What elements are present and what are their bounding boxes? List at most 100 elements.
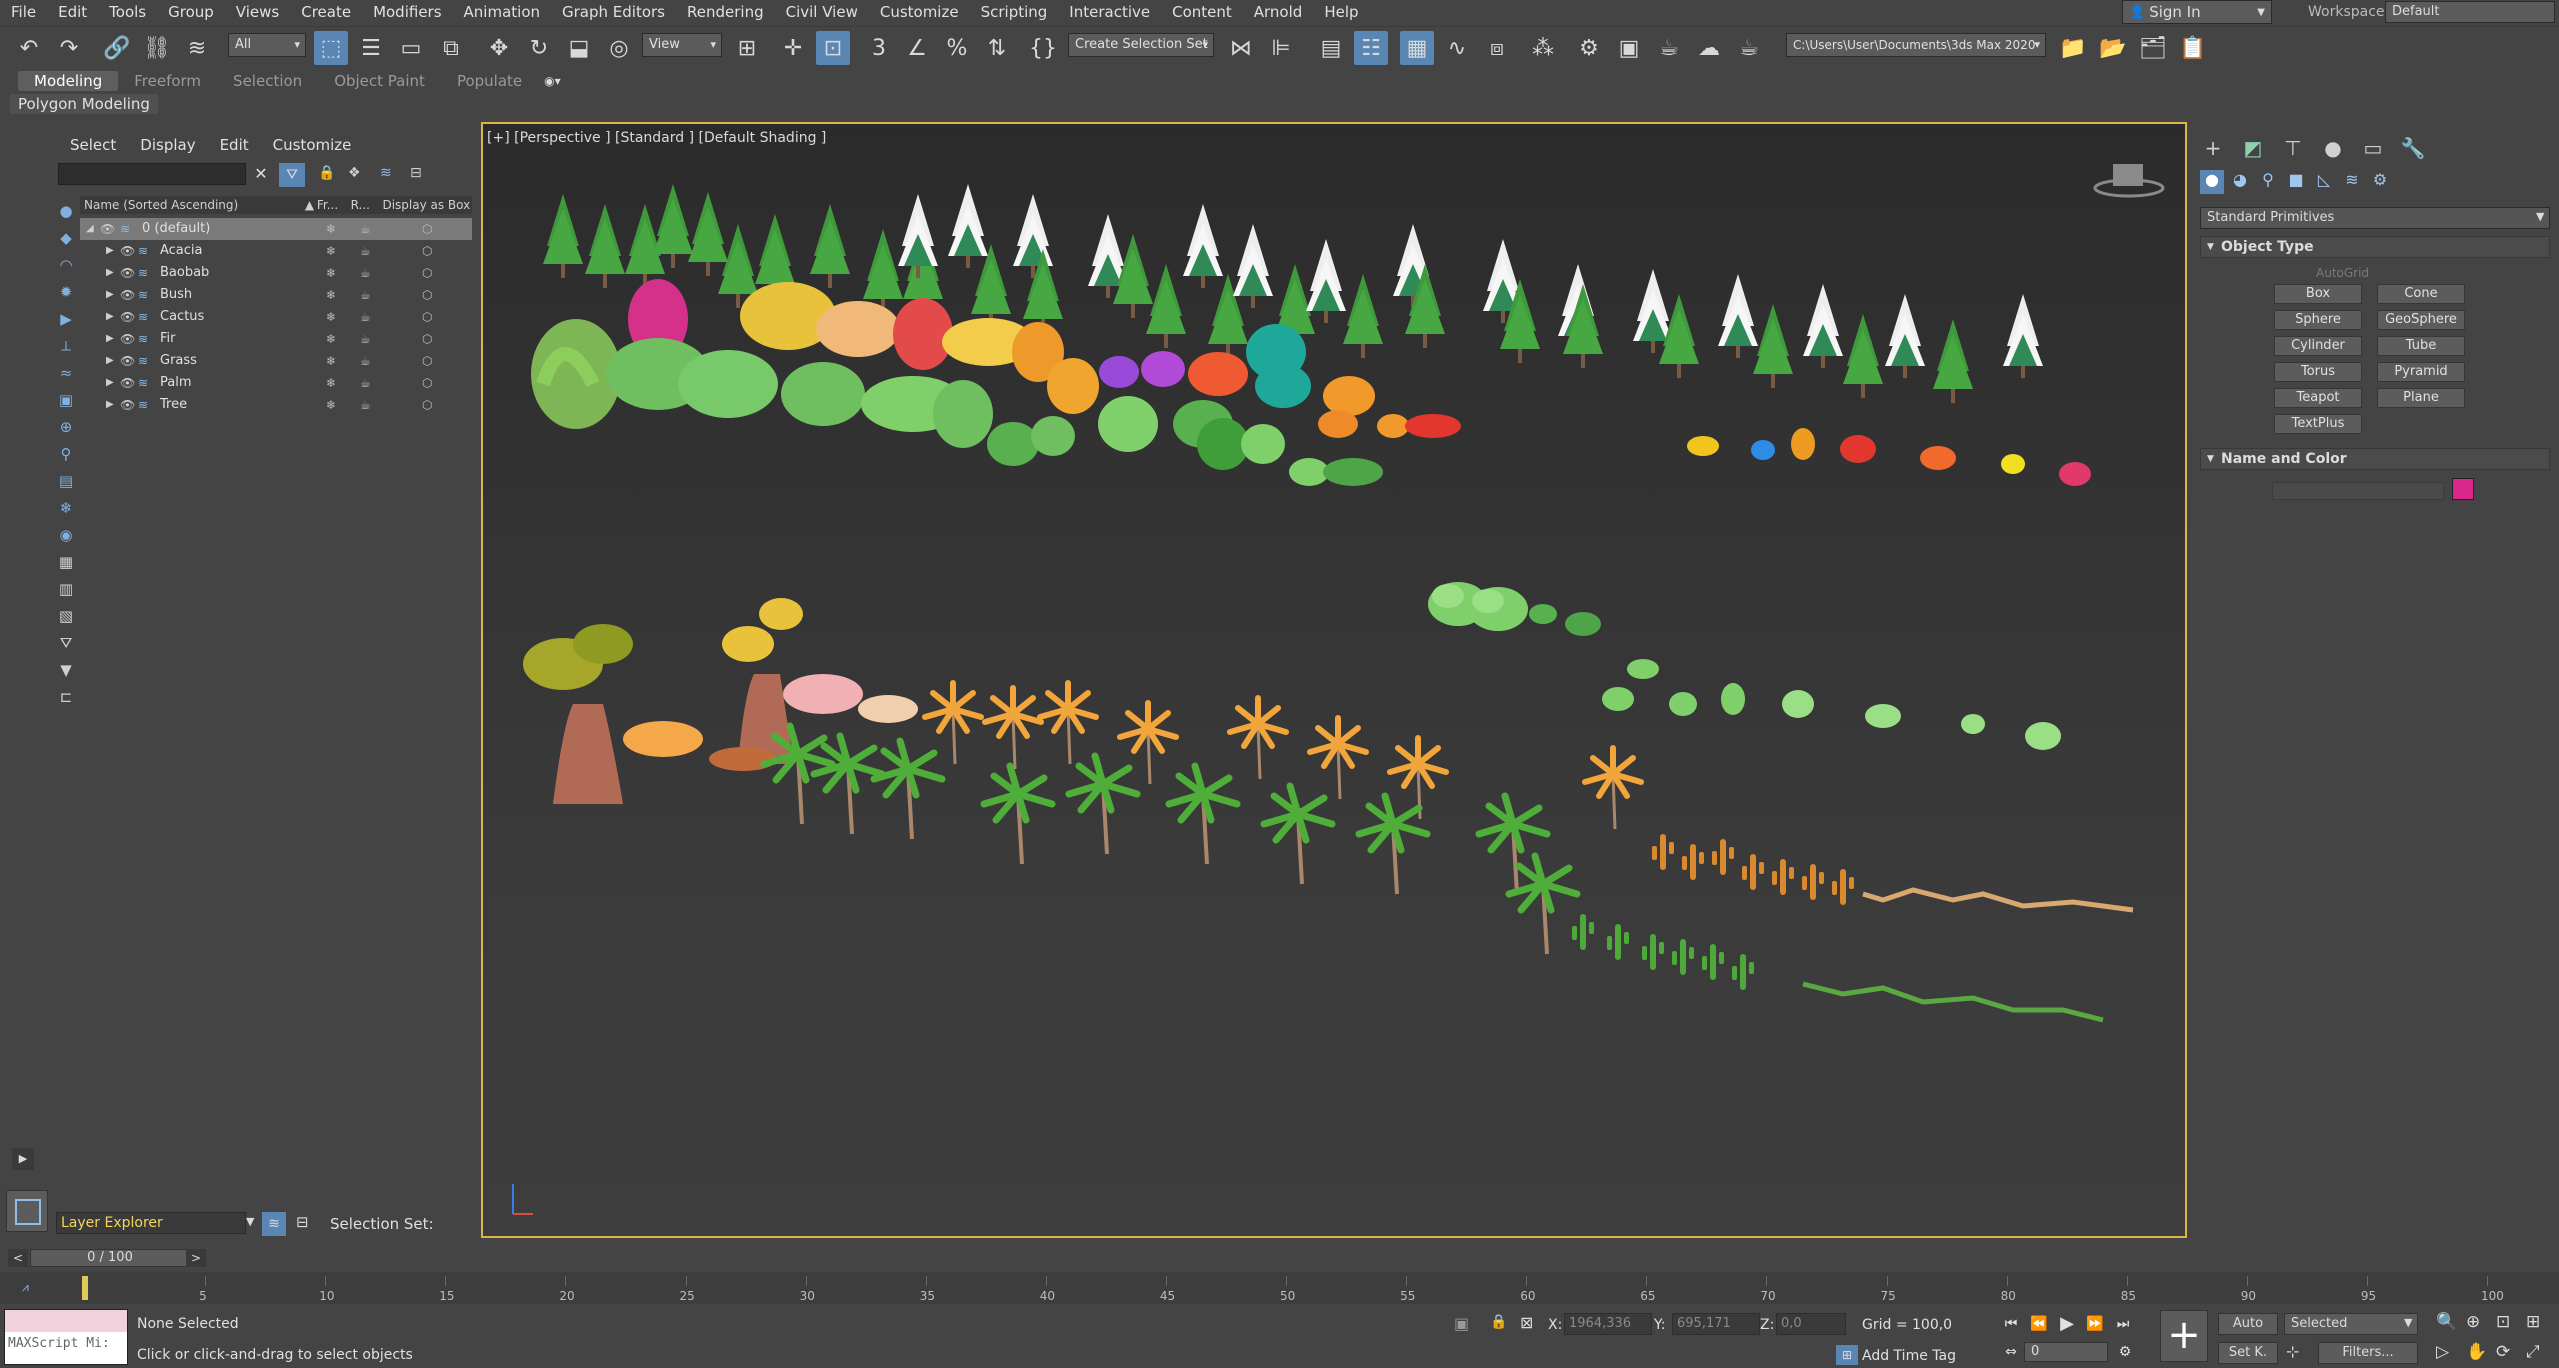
expand-arrow-icon[interactable]: ▶ [106, 328, 114, 350]
align-icon[interactable]: ⊫ [1264, 31, 1298, 65]
object-name-input[interactable] [2272, 482, 2444, 500]
viewport-layout-tab[interactable] [6, 1190, 48, 1232]
eye-icon[interactable]: 👁 [120, 284, 135, 306]
pyramid-button[interactable]: Pyramid [2377, 362, 2465, 382]
layer-row-cactus[interactable]: ▶ 👁 ≋ Cactus ❄ ☕ ⬡ [80, 306, 472, 328]
menu-create[interactable]: Create [290, 0, 362, 24]
box-icon[interactable]: ⬡ [422, 328, 432, 350]
display-cameras-icon[interactable]: ▶ [54, 307, 78, 331]
box-icon[interactable]: ⬡ [422, 284, 432, 306]
menu-views[interactable]: Views [225, 0, 290, 24]
filter-icon[interactable]: ⛛ [279, 163, 305, 187]
goto-end-icon[interactable]: ⏭ [2112, 1313, 2134, 1335]
render-production-icon[interactable]: ☕ [1652, 31, 1686, 65]
renderable-icon[interactable]: ☕ [360, 240, 371, 262]
menu-arnold[interactable]: Arnold [1243, 0, 1314, 24]
zoom-extents-all-icon[interactable]: ⊞ [2526, 1312, 2540, 1332]
sync-selection-icon[interactable]: ⛛ [54, 631, 78, 655]
layer-row-palm[interactable]: ▶ 👁 ≋ Palm ❄ ☕ ⬡ [80, 372, 472, 394]
layer-row-baobab[interactable]: ▶ 👁 ≋ Baobab ❄ ☕ ⬡ [80, 262, 472, 284]
schematic-view-icon[interactable]: ⧈ [1480, 31, 1514, 65]
cameras-icon[interactable]: ■ [2284, 170, 2308, 194]
tab-modeling[interactable]: Modeling [18, 71, 119, 91]
display-lights-icon[interactable]: ✹ [54, 280, 78, 304]
display-containers-icon[interactable]: ▤ [54, 469, 78, 493]
x-coordinate-field[interactable]: 1964,336 [1564, 1313, 1652, 1335]
tab-populate[interactable]: Populate [441, 71, 538, 91]
freeze-icon[interactable]: ❄ [326, 372, 336, 394]
display-shapes-icon[interactable]: ◠ [54, 253, 78, 277]
name-and-color-rollout[interactable]: Name and Color [2200, 448, 2550, 470]
spinner-snap-icon[interactable]: ⇅ [980, 31, 1014, 65]
layer-row-grass[interactable]: ▶ 👁 ≋ Grass ❄ ☕ ⬡ [80, 350, 472, 372]
key-filter-select[interactable]: Selected [2284, 1313, 2418, 1335]
freeze-icon[interactable]: ❄ [326, 218, 336, 240]
time-next-icon[interactable]: > [186, 1249, 206, 1267]
lights-icon[interactable]: ⚲ [2256, 170, 2280, 194]
orbit-icon[interactable]: ⟳ [2496, 1342, 2510, 1362]
sign-in-dropdown[interactable]: 👤 Sign In ▼ [2122, 0, 2272, 24]
render-setup-icon[interactable]: ⚙ [1572, 31, 1606, 65]
column-freeze[interactable]: Fr... [313, 196, 351, 214]
layer-row-tree[interactable]: ▶ 👁 ≋ Tree ❄ ☕ ⬡ [80, 394, 472, 416]
menu-content[interactable]: Content [1161, 0, 1243, 24]
column-name[interactable]: Name (Sorted Ascending) [80, 196, 305, 214]
menu-customize[interactable]: Customize [869, 0, 970, 24]
window-crossing-icon[interactable]: ⧉ [434, 31, 468, 65]
expand-arrow-icon[interactable]: ▶ [106, 350, 114, 372]
explorer-menu-select[interactable]: Select [70, 136, 116, 154]
next-frame-icon[interactable]: ⏩ [2084, 1313, 2106, 1335]
shapes-icon[interactable]: ◕ [2228, 170, 2252, 194]
object-type-rollout[interactable]: Object Type [2200, 236, 2550, 258]
menu-file[interactable]: File [0, 0, 47, 24]
layer-row-default[interactable]: ◢ 👁 ≋ 0 (default) ❄ ☕ ⬡ [80, 218, 472, 240]
box-icon[interactable]: ⬡ [422, 262, 432, 284]
current-frame-field[interactable]: 0 [2024, 1342, 2108, 1362]
zoom-all-icon[interactable]: ⊕ [2466, 1312, 2480, 1332]
renderable-icon[interactable]: ☕ [360, 350, 371, 372]
object-list-icon[interactable]: ⊏ [54, 685, 78, 709]
expand-arrow-icon[interactable]: ▶ [106, 284, 114, 306]
cone-button[interactable]: Cone [2377, 284, 2465, 304]
edit-named-selection-icon[interactable]: {} [1026, 31, 1060, 65]
ribbon-subtab-polygon-modeling[interactable]: Polygon Modeling [10, 94, 158, 114]
save-folder-icon[interactable]: 🗂 [2136, 31, 2170, 65]
zoom-extents-icon[interactable]: ⊡ [2496, 1312, 2510, 1332]
renderable-icon[interactable]: ☕ [360, 328, 371, 350]
freeze-icon[interactable]: ❄ [326, 394, 336, 416]
expand-arrow-icon[interactable]: ▶ [106, 394, 114, 416]
renderable-icon[interactable]: ☕ [360, 218, 371, 240]
select-object-icon[interactable]: ⬚ [314, 31, 348, 65]
render-in-cloud-icon[interactable]: ☁ [1692, 31, 1726, 65]
angle-snap-icon[interactable]: ∠ [900, 31, 934, 65]
menu-civil-view[interactable]: Civil View [775, 0, 869, 24]
freeze-icon[interactable]: ❄ [326, 262, 336, 284]
move-icon[interactable]: ✥ [482, 31, 516, 65]
display-panel-icon[interactable]: ▭ [2358, 136, 2388, 164]
layers-icon[interactable]: ≋ [380, 165, 392, 181]
display-frozen-icon[interactable]: ❄ [54, 496, 78, 520]
display-hidden-icon[interactable]: ◉ [54, 523, 78, 547]
expand-arrow-icon[interactable]: ▶ [106, 262, 114, 284]
modify-panel-icon[interactable]: ◩ [2238, 136, 2268, 164]
chevron-down-icon[interactable]: ▼ [246, 1215, 254, 1228]
display-groups-icon[interactable]: ▣ [54, 388, 78, 412]
menu-animation[interactable]: Animation [453, 0, 551, 24]
previous-frame-icon[interactable]: ⏪ [2028, 1313, 2050, 1335]
expand-arrow-icon[interactable]: ▶ [106, 306, 114, 328]
clear-search-icon[interactable]: ✕ [250, 163, 272, 185]
box-icon[interactable]: ⬡ [422, 394, 432, 416]
display-children-icon[interactable]: ▦ [54, 550, 78, 574]
menu-scripting[interactable]: Scripting [970, 0, 1059, 24]
explorer-menu-customize[interactable]: Customize [273, 136, 352, 154]
helpers-icon[interactable]: ◺ [2312, 170, 2336, 194]
material-editor-icon[interactable]: ⁂ [1526, 31, 1560, 65]
workspaces-select[interactable]: Default [2385, 1, 2555, 23]
display-spacewarps-icon[interactable]: ≈ [54, 361, 78, 385]
explorer-menu-edit[interactable]: Edit [220, 136, 249, 154]
key-mode-icon[interactable]: ⇔ [2000, 1341, 2022, 1363]
rectangular-selection-icon[interactable]: ▭ [394, 31, 428, 65]
systems-icon[interactable]: ⚙ [2368, 170, 2392, 194]
display-bones-icon[interactable]: ⚲ [54, 442, 78, 466]
toggle-layer-explorer-icon[interactable]: ☷ [1354, 31, 1388, 65]
